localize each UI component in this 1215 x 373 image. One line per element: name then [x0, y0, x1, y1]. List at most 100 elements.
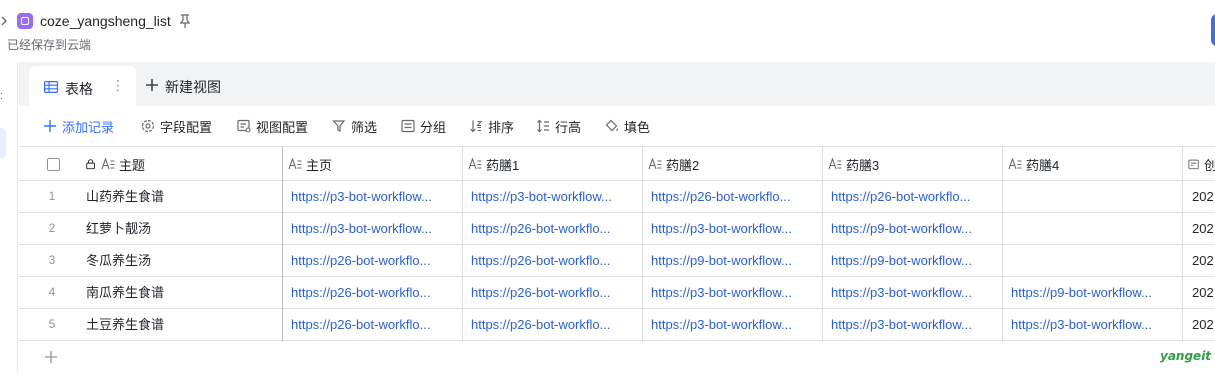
more-icon[interactable]: ⋮ — [111, 77, 125, 94]
cell-link-m3[interactable]: https://p9-bot-workflow... — [831, 245, 999, 276]
share-button[interactable] — [1211, 14, 1215, 46]
view-config-icon — [237, 119, 251, 133]
lock-icon — [86, 159, 95, 170]
cell-link-m4[interactable] — [1011, 245, 1179, 276]
table-row[interactable]: 5 土豆养生食谱 https://p26-bot-workflo... https:/… — [19, 309, 1215, 341]
calendar-icon — [1188, 159, 1199, 170]
group-icon — [401, 119, 415, 133]
tab-table-label: 表格 — [65, 81, 93, 97]
column-header-m1[interactable]: 药膳1 — [468, 147, 638, 181]
cell-link-home[interactable]: https://p26-bot-workflo... — [291, 309, 459, 340]
tab-table[interactable]: 表格 ⋮ — [29, 66, 136, 106]
cell-link-m2[interactable]: https://p3-bot-workflow... — [651, 213, 819, 244]
paint-bucket-icon — [605, 119, 619, 132]
column-header-title[interactable]: 主题 — [85, 147, 280, 181]
sidebar-more-icon[interactable]: : — [0, 90, 4, 102]
column-header-label: 药膳3 — [846, 157, 880, 173]
sidebar-active-item[interactable] — [0, 128, 6, 158]
row-number: 4 — [48, 285, 56, 299]
top-header: coze_yangsheng_list 已经保存到云端 — [0, 0, 1215, 62]
column-divider — [642, 146, 643, 342]
cell-title[interactable]: 南瓜养生食谱 — [86, 277, 276, 308]
text-field-icon — [468, 158, 482, 170]
cell-link-m2[interactable]: https://p9-bot-workflow... — [651, 245, 819, 276]
table-row[interactable]: 3 冬瓜养生汤 https://p26-bot-workflo... https://… — [19, 245, 1215, 277]
cell-link-m3[interactable]: https://p26-bot-workflo... — [831, 181, 999, 212]
sort-button[interactable]: 排序 — [469, 117, 514, 135]
text-field-icon — [648, 158, 662, 170]
cell-link-m1[interactable]: https://p3-bot-workflow... — [471, 181, 639, 212]
cell-link-m4[interactable]: https://p9-bot-workflow... — [1011, 277, 1179, 308]
cell-date[interactable]: 202 — [1192, 181, 1215, 212]
column-header-date[interactable]: 创 — [1188, 147, 1215, 181]
cell-link-m2[interactable]: https://p26-bot-workflo... — [651, 181, 819, 212]
column-divider — [462, 146, 463, 342]
cell-link-m3[interactable]: https://p3-bot-workflow... — [831, 277, 999, 308]
text-field-icon — [828, 158, 842, 170]
group-button[interactable]: 分组 — [401, 117, 446, 135]
cell-date[interactable]: 202 — [1192, 277, 1215, 308]
cell-date[interactable]: 202 — [1192, 309, 1215, 340]
cell-link-m1[interactable]: https://p26-bot-workflo... — [471, 213, 639, 244]
column-header-label: 药膳4 — [1026, 157, 1060, 173]
text-field-icon — [101, 158, 115, 170]
save-status: 已经保存到云端 — [7, 38, 92, 52]
cell-link-home[interactable]: https://p3-bot-workflow... — [291, 181, 459, 212]
table-row[interactable]: 1 山药养生食谱 https://p3-bot-workflow... https:/… — [19, 181, 1215, 213]
cell-title[interactable]: 红萝卜靓汤 — [86, 213, 276, 244]
doc-title[interactable]: coze_yangsheng_list — [40, 13, 171, 29]
row-height-button[interactable]: 行高 — [536, 117, 581, 135]
data-table: 主题 主页 药膳1 药膳2 药膳3 药膳4 创 1 山药养生食谱 https://p… — [19, 146, 1215, 342]
cell-title[interactable]: 山药养生食谱 — [86, 181, 276, 212]
table-row[interactable]: 4 南瓜养生食谱 https://p26-bot-workflo... https:/… — [19, 277, 1215, 309]
column-header-home[interactable]: 主页 — [288, 147, 458, 181]
cell-link-home[interactable]: https://p26-bot-workflo... — [291, 245, 459, 276]
cell-link-m2[interactable]: https://p3-bot-workflow... — [651, 277, 819, 308]
cell-link-m3[interactable]: https://p3-bot-workflow... — [831, 309, 999, 340]
cell-link-m1[interactable]: https://p26-bot-workflo... — [471, 277, 639, 308]
column-header-label: 药膳1 — [486, 157, 520, 173]
view-config-button[interactable]: 视图配置 — [237, 117, 308, 135]
sort-icon — [470, 120, 483, 133]
cell-link-home[interactable]: https://p26-bot-workflo... — [291, 277, 459, 308]
field-config-button[interactable]: 字段配置 — [141, 117, 212, 135]
toolbar: 添加记录 字段配置 视图配置 筛选 分组 排序 行高 填色 — [19, 106, 1215, 146]
cell-title[interactable]: 土豆养生食谱 — [86, 309, 276, 340]
cell-link-home[interactable]: https://p3-bot-workflow... — [291, 213, 459, 244]
view-config-label: 视图配置 — [256, 119, 309, 135]
add-row-button[interactable] — [19, 342, 1215, 373]
column-divider — [1182, 146, 1183, 342]
sort-label: 排序 — [488, 119, 515, 135]
table-row[interactable]: 2 红萝卜靓汤 https://p3-bot-workflow... https://… — [19, 213, 1215, 245]
pin-icon[interactable] — [178, 13, 192, 29]
cell-link-m3[interactable]: https://p9-bot-workflow... — [831, 213, 999, 244]
plus-icon — [45, 351, 57, 363]
column-header-m2[interactable]: 药膳2 — [648, 147, 818, 181]
cell-link-m4[interactable]: https://p3-bot-workflow... — [1011, 309, 1179, 340]
cell-link-m2[interactable]: https://p3-bot-workflow... — [651, 309, 819, 340]
cell-date[interactable]: 202 — [1192, 245, 1215, 276]
group-label: 分组 — [420, 119, 447, 135]
filter-icon — [332, 120, 346, 132]
cell-link-m4[interactable] — [1011, 181, 1179, 212]
add-record-button[interactable]: 添加记录 — [43, 117, 114, 135]
fill-color-button[interactable]: 填色 — [605, 117, 650, 135]
column-divider — [1002, 146, 1003, 342]
filter-label: 筛选 — [351, 119, 378, 135]
chevron-left-icon[interactable] — [0, 14, 8, 28]
select-all-checkbox[interactable] — [47, 158, 60, 171]
column-header-label: 创 — [1204, 157, 1215, 173]
cell-link-m4[interactable] — [1011, 213, 1179, 244]
cell-title[interactable]: 冬瓜养生汤 — [86, 245, 276, 276]
cell-date[interactable]: 202 — [1192, 213, 1215, 244]
column-header-label: 主题 — [119, 157, 146, 173]
cell-link-m1[interactable]: https://p26-bot-workflo... — [471, 309, 639, 340]
row-number: 5 — [48, 317, 56, 331]
cell-link-m1[interactable]: https://p26-bot-workflo... — [471, 245, 639, 276]
filter-button[interactable]: 筛选 — [332, 117, 377, 135]
watermark-logo: yangeit — [1160, 349, 1212, 363]
new-view-label: 新建视图 — [165, 79, 221, 95]
column-header-m4[interactable]: 药膳4 — [1008, 147, 1178, 181]
app-icon — [17, 13, 33, 29]
column-header-m3[interactable]: 药膳3 — [828, 147, 998, 181]
